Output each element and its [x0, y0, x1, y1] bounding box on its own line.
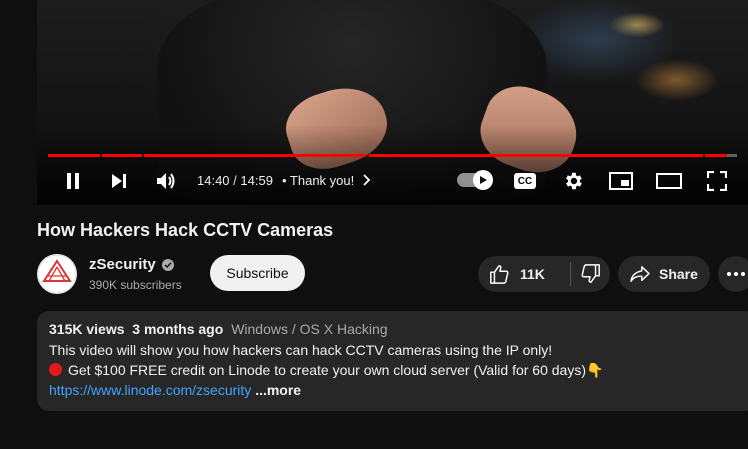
channel-name[interactable]: zSecurity [89, 256, 174, 273]
more-actions-button[interactable] [718, 256, 748, 292]
subscribe-button[interactable]: Subscribe [210, 255, 305, 291]
subscriber-count: 390K subscribers [89, 278, 182, 292]
channel-logo-icon [37, 254, 77, 294]
channel-avatar[interactable] [37, 254, 77, 294]
miniplayer-icon [609, 172, 633, 190]
description-box[interactable]: 315K views 3 months ago Windows / OS X H… [37, 311, 748, 411]
dislike-button[interactable] [571, 256, 610, 292]
progress-remaining [727, 154, 737, 157]
time-separator: / [233, 173, 237, 188]
share-button[interactable]: Share [618, 256, 710, 292]
subtitles-button[interactable]: CC [511, 165, 539, 197]
video-title: How Hackers Hack CCTV Cameras [37, 220, 334, 240]
autoplay-toggle[interactable] [457, 170, 493, 190]
progress-chapter-segment[interactable] [705, 154, 727, 157]
more-horizontal-icon [727, 272, 745, 276]
show-more-button[interactable]: ...more [255, 382, 301, 398]
channel-name-text[interactable]: zSecurity [89, 256, 156, 273]
category-tag[interactable]: Windows / OS X Hacking [231, 321, 387, 337]
video-player[interactable]: 14:40 / 14:59 • Thank you! CC [37, 0, 748, 205]
thumbs-down-icon [581, 264, 600, 283]
description-meta: 315K views 3 months ago Windows / OS X H… [49, 321, 388, 337]
description-line-3: https://www.linode.com/zsecurity ...more [49, 382, 301, 398]
time-current: 14:40 [197, 173, 230, 188]
progress-chapter-segment[interactable] [369, 154, 703, 157]
settings-icon [566, 172, 582, 190]
progress-chapter-segment[interactable] [48, 154, 100, 157]
progress-chapter-segment[interactable] [144, 154, 366, 157]
like-dislike-group: 11K [478, 256, 610, 292]
like-button[interactable]: 11K [478, 256, 570, 292]
description-line-2-text: Get $100 FREE credit on Linode to create… [68, 362, 604, 378]
upload-age: 3 months ago [132, 321, 224, 337]
verified-badge-icon [161, 258, 174, 271]
settings-button[interactable] [559, 165, 587, 197]
autoplay-icon [473, 170, 493, 190]
progress-chapter-segment[interactable] [102, 154, 142, 157]
view-count: 315K views [49, 321, 125, 337]
time-total: 14:59 [240, 173, 273, 188]
red-circle-icon [49, 363, 62, 376]
time-display: 14:40 / 14:59 [197, 173, 273, 188]
volume-icon [157, 173, 175, 189]
progress-bar[interactable] [48, 154, 737, 157]
pause-button[interactable] [59, 165, 87, 197]
pause-icon [67, 173, 79, 189]
like-count: 11K [520, 266, 545, 282]
fullscreen-icon [707, 171, 727, 191]
cc-icon: CC [514, 173, 536, 189]
chapter-title: • Thank you! [282, 173, 355, 188]
next-button[interactable] [105, 165, 133, 197]
next-icon [112, 174, 126, 188]
volume-button[interactable] [151, 165, 181, 197]
theater-icon [656, 173, 682, 189]
fullscreen-button[interactable] [703, 165, 731, 197]
thumbs-up-icon [490, 265, 509, 284]
theater-button[interactable] [655, 165, 683, 197]
description-link[interactable]: https://www.linode.com/zsecurity [49, 382, 251, 398]
description-line-1: This video will show you how hackers can… [49, 342, 553, 358]
player-controls: 14:40 / 14:59 • Thank you! CC [37, 165, 748, 197]
share-label: Share [659, 266, 698, 282]
chapter-button[interactable]: • Thank you! [282, 173, 371, 188]
description-line-2: Get $100 FREE credit on Linode to create… [49, 362, 603, 379]
share-icon [630, 266, 650, 282]
chevron-right-icon [363, 174, 371, 186]
miniplayer-button[interactable] [607, 165, 635, 197]
